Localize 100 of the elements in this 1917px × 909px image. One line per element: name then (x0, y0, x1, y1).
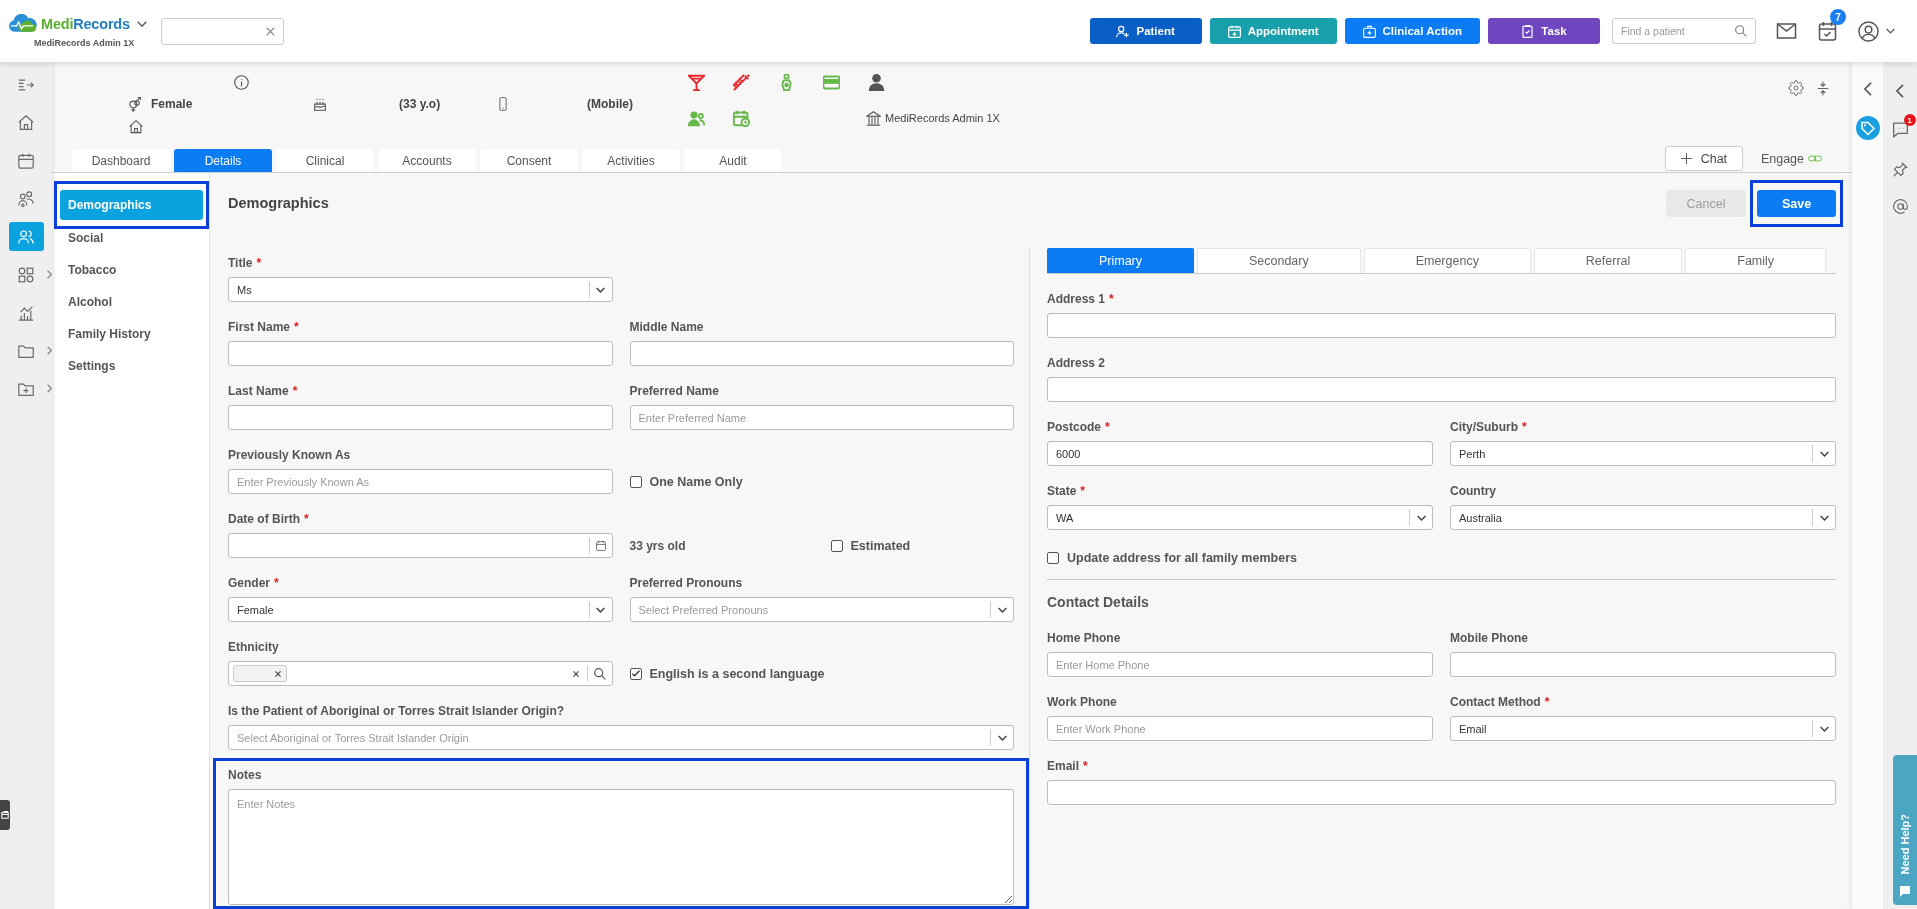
pin-icon[interactable] (1892, 162, 1908, 177)
chevron-down-icon[interactable] (596, 286, 605, 293)
home-icon (129, 120, 143, 134)
age-text: (33 y.o) (399, 97, 441, 111)
tab[interactable]: Audit (684, 149, 782, 172)
age-text: 33 yrs old (629, 538, 686, 553)
chat-button[interactable]: Chat (1664, 146, 1743, 171)
checkbox[interactable] (1047, 552, 1059, 564)
info-icon[interactable] (234, 74, 249, 90)
tab[interactable]: Clinical (276, 149, 374, 172)
calendar-icon[interactable] (595, 540, 606, 551)
text-input[interactable] (629, 341, 1014, 366)
caret-down-icon[interactable] (136, 20, 147, 27)
date-field[interactable] (228, 533, 613, 558)
close-icon[interactable] (275, 670, 281, 677)
chevron-down-icon[interactable] (1819, 450, 1829, 457)
text-input[interactable] (1047, 780, 1836, 805)
patient-button[interactable]: Patient (1089, 18, 1202, 44)
caret-down-icon[interactable] (1886, 28, 1895, 34)
text-input[interactable]: Enter Work Phone (1047, 716, 1433, 741)
chat-icon (1899, 885, 1911, 897)
side-tab[interactable] (0, 800, 10, 830)
dropdown-field[interactable]: Ms (228, 277, 613, 302)
tab[interactable]: Activities (582, 149, 680, 172)
chevron-down-icon[interactable] (997, 734, 1007, 741)
checkbox[interactable] (629, 475, 642, 488)
calendar-icon (18, 152, 34, 169)
text-input[interactable]: 6000 (1047, 441, 1433, 466)
chevron-down-icon[interactable] (1819, 514, 1829, 521)
chat-bubble-icon[interactable] (1891, 122, 1909, 138)
text-input[interactable] (228, 341, 613, 366)
form-title: Demographics (228, 194, 329, 212)
submenu-item[interactable]: Settings (60, 357, 203, 375)
field-label: Previously Known As (228, 448, 352, 463)
dropdown-field[interactable]: Perth (1450, 441, 1836, 466)
close-icon[interactable] (572, 670, 579, 677)
close-icon[interactable] (266, 26, 275, 36)
submenu-item[interactable]: Family History (60, 325, 203, 343)
mail-icon[interactable] (1776, 23, 1797, 39)
chevron-left-icon[interactable] (1863, 82, 1872, 96)
syringe-icon[interactable] (733, 73, 750, 91)
user-avatar-icon[interactable] (1858, 20, 1879, 42)
tag-icon[interactable] (1855, 116, 1880, 140)
checkbox[interactable] (830, 539, 843, 552)
checkbox-label: Update address for all family members (1067, 551, 1297, 565)
text-input[interactable] (1450, 652, 1836, 677)
dropdown-field[interactable]: WA (1047, 505, 1433, 530)
address-tab[interactable]: Secondary (1197, 248, 1361, 273)
search-field[interactable] (161, 17, 284, 45)
text-input[interactable] (1047, 313, 1836, 338)
bar-chart-icon (18, 304, 34, 321)
phone-text: (Mobile) (587, 97, 633, 111)
dropdown-field[interactable]: Female (228, 597, 613, 622)
patients-icon (18, 228, 34, 245)
cocktail-glass-icon[interactable] (688, 73, 705, 91)
text-input[interactable]: Enter Home Phone (1047, 652, 1433, 677)
save-button[interactable]: Save (1757, 190, 1836, 217)
at-sign-icon[interactable] (1892, 199, 1908, 214)
address-tab[interactable]: Primary (1047, 248, 1194, 273)
person-plus-icon (1116, 24, 1130, 38)
collapse-icon[interactable] (1817, 80, 1829, 96)
field-label: Preferred Pronouns (629, 576, 744, 591)
chevron-down-icon[interactable] (1416, 514, 1426, 521)
text-input[interactable] (1047, 377, 1836, 402)
checkbox[interactable] (629, 667, 642, 680)
tab[interactable]: Details (174, 149, 272, 172)
clinical-action-button[interactable]: Clinical Action (1344, 18, 1480, 44)
checkbox-label: One Name Only (649, 474, 743, 489)
field-label: State * (1047, 484, 1086, 499)
address-tab[interactable]: Family (1685, 248, 1827, 273)
text-input[interactable]: Enter Previously Known As (228, 469, 613, 494)
dropdown-field[interactable]: Australia (1450, 505, 1836, 530)
address-tab[interactable]: Referral (1533, 248, 1683, 273)
plus-icon (1680, 153, 1692, 164)
task-button[interactable]: Task (1488, 18, 1600, 44)
chevron-down-icon[interactable] (596, 606, 605, 613)
submenu-item[interactable]: Social (60, 229, 203, 247)
notes-textarea[interactable]: Enter Notes (228, 789, 1014, 905)
field-label: Work Phone (1047, 695, 1118, 710)
nav-item[interactable] (8, 222, 44, 251)
multi-select-field[interactable] (228, 661, 613, 686)
tab[interactable]: Consent (480, 149, 578, 172)
text-input[interactable] (228, 405, 613, 430)
chevron-down-icon[interactable] (997, 606, 1007, 613)
user-silhouette-icon[interactable] (868, 73, 885, 91)
text-input[interactable]: Enter Preferred Name (629, 405, 1014, 430)
search-icon[interactable] (593, 667, 606, 680)
tab[interactable]: Accounts (378, 149, 476, 172)
chevron-down-icon[interactable] (1819, 725, 1829, 732)
gender-icon (128, 96, 143, 112)
tab[interactable]: Dashboard (72, 149, 170, 172)
dropdown-field[interactable]: Email (1450, 716, 1836, 741)
chevron-left-icon[interactable] (1896, 84, 1904, 98)
search-icon[interactable] (1735, 25, 1747, 37)
settings-icon[interactable] (1788, 80, 1804, 96)
calendar-check-icon[interactable] (1818, 21, 1837, 41)
submenu-item[interactable]: Tobacco (60, 261, 203, 279)
address-tab[interactable]: Emergency (1363, 248, 1531, 273)
submenu-item[interactable]: Alcohol (60, 293, 203, 311)
field-label: Notes (228, 768, 262, 783)
